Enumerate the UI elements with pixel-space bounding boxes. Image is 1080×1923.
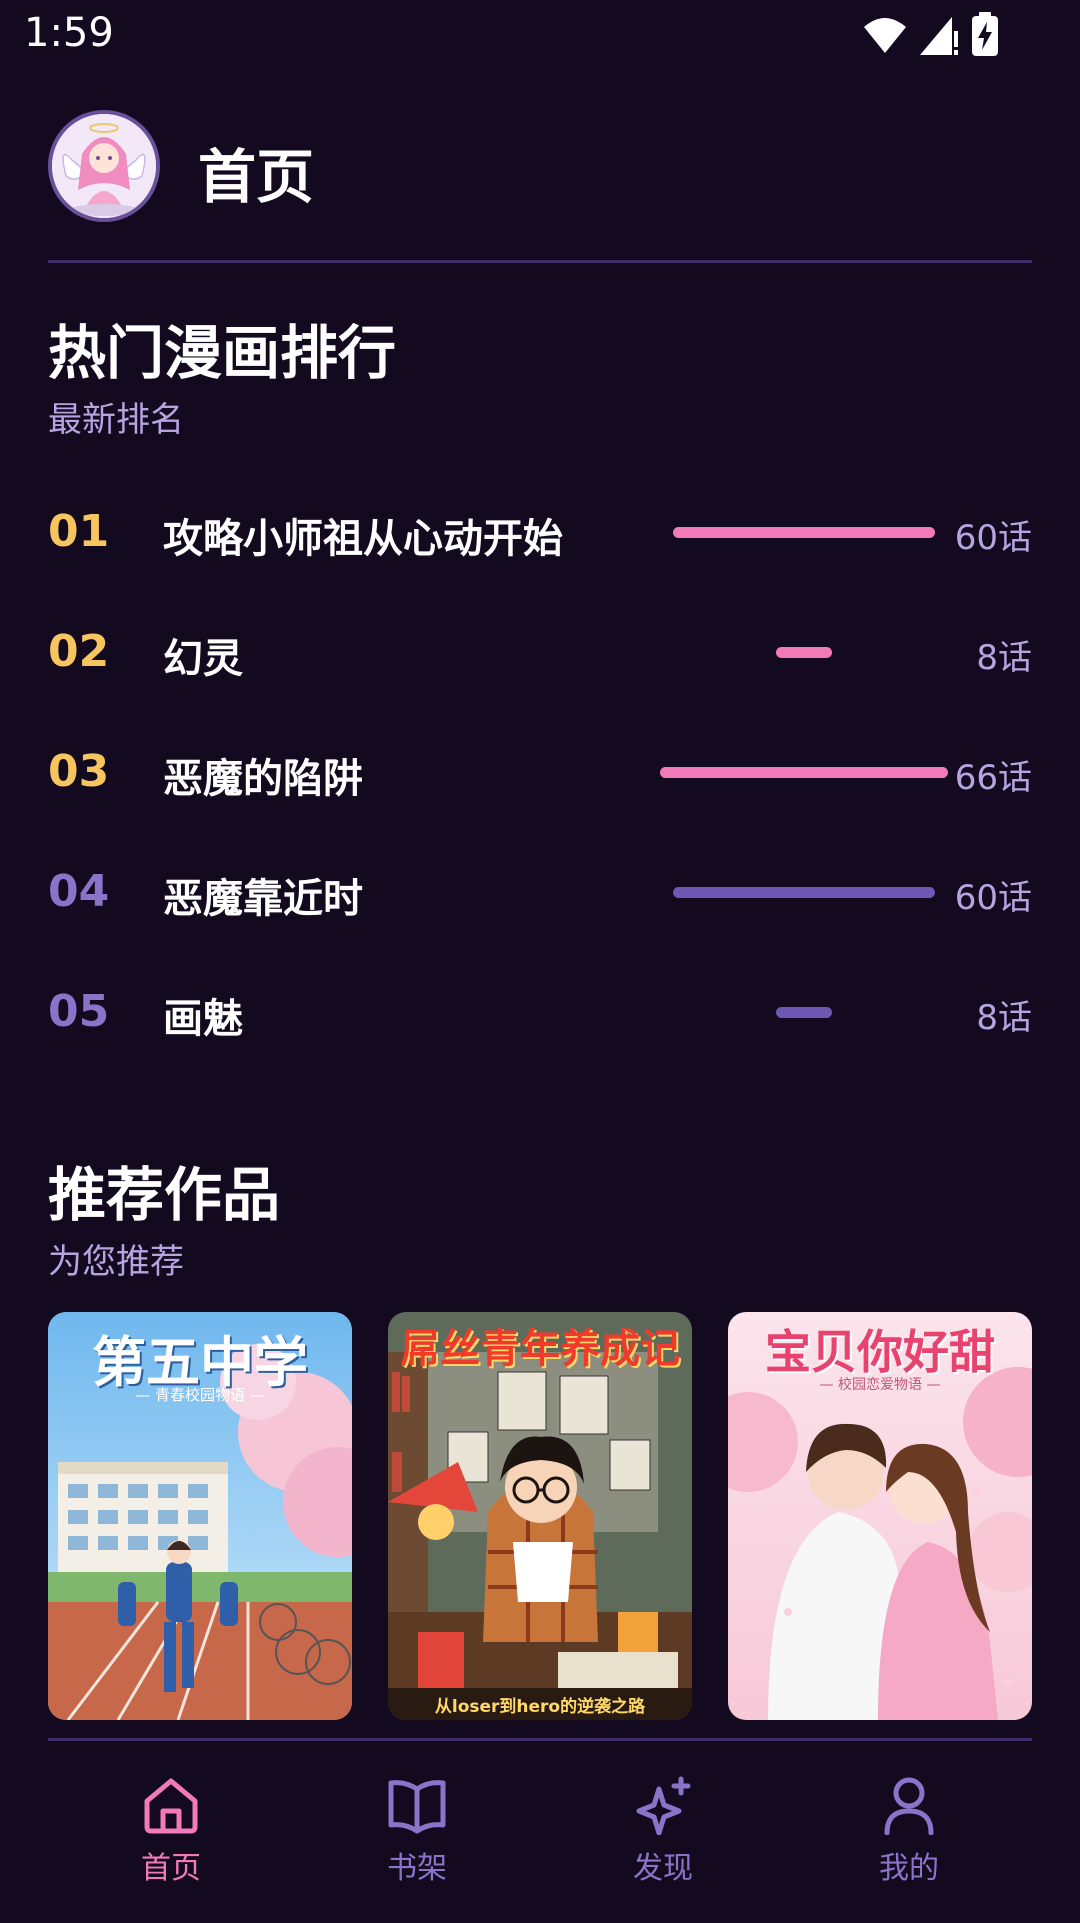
cover-title: 宝贝你好甜 — [765, 1325, 995, 1379]
rank-number: 05 — [48, 986, 110, 1037]
rank-comic-title: 幻灵 — [163, 636, 243, 682]
cover-subtitle: — 青春校园物语 — — [135, 1386, 265, 1404]
recommend-title: 推荐作品 — [48, 1161, 281, 1229]
rank-episode-count: 60话 — [954, 878, 1032, 918]
nav-item-discover[interactable]: 发现 — [588, 1775, 738, 1895]
recommend-list: 第五中学 — 青春校园物语 — 屌丝青年养成记 从loser到hero的逆袭之路… — [48, 1312, 1032, 1720]
cover-title: 屌丝青年养成记 — [400, 1326, 680, 1372]
rank-episode-count: 60话 — [954, 518, 1032, 558]
rank-comic-title: 恶魔靠近时 — [163, 876, 363, 922]
cover-subtitle: — 校园恋爱物语 — — [819, 1377, 941, 1393]
comic-cover-card[interactable]: 第五中学 — 青春校园物语 — — [48, 1312, 352, 1720]
rank-episode-count: 8话 — [976, 998, 1032, 1038]
signal-icon — [920, 17, 958, 55]
header: 首页 — [48, 108, 1032, 263]
nav-item-home[interactable]: 首页 — [96, 1775, 246, 1895]
rank-episode-count: 66话 — [954, 758, 1032, 798]
rank-number: 04 — [48, 866, 110, 917]
comic-cover-card[interactable]: 屌丝青年养成记 从loser到hero的逆袭之路 — [388, 1312, 692, 1720]
rank-comic-title: 攻略小师祖从心动开始 — [163, 516, 563, 562]
rank-episode-count: 8话 — [976, 638, 1032, 678]
nav-label: 首页 — [141, 1851, 201, 1886]
rank-number: 01 — [48, 506, 110, 557]
nav-label: 书架 — [387, 1851, 447, 1886]
avatar[interactable] — [48, 110, 160, 222]
ranking-title: 热门漫画排行 — [48, 319, 397, 387]
status-icons — [862, 12, 1000, 58]
home-icon — [144, 1778, 198, 1834]
sparkle-icon — [636, 1776, 691, 1835]
rank-popularity-bar — [673, 527, 935, 538]
wifi-icon — [864, 18, 906, 53]
battery-charging-icon — [972, 12, 998, 56]
book-icon — [388, 1780, 446, 1834]
rank-comic-title: 画魅 — [163, 996, 243, 1042]
nav-label: 我的 — [879, 1851, 939, 1886]
cover-subtitle: 从loser到hero的逆袭之路 — [434, 1697, 646, 1717]
rank-row[interactable]: 01 攻略小师祖从心动开始 60话 — [48, 502, 1032, 562]
rank-popularity-bar — [776, 647, 832, 658]
rank-row[interactable]: 03 恶魔的陷阱 66话 — [48, 742, 1032, 802]
bottom-navigation: 首页 书架 发现 我的 — [48, 1738, 1032, 1923]
rank-comic-title: 恶魔的陷阱 — [163, 756, 363, 802]
nav-label: 发现 — [633, 1851, 693, 1886]
status-bar: 1:59 — [0, 0, 1080, 72]
rank-row[interactable]: 02 幻灵 8话 — [48, 622, 1032, 682]
rank-row[interactable]: 04 恶魔靠近时 60话 — [48, 862, 1032, 922]
page-title: 首页 — [198, 143, 315, 211]
rank-row[interactable]: 05 画魅 8话 — [48, 982, 1032, 1042]
recommend-subtitle: 为您推荐 — [48, 1242, 184, 1282]
nav-item-profile[interactable]: 我的 — [834, 1775, 984, 1895]
user-icon — [884, 1777, 934, 1835]
rank-popularity-bar — [673, 887, 935, 898]
rank-number: 03 — [48, 746, 110, 797]
comic-cover-card[interactable]: 宝贝你好甜 — 校园恋爱物语 — — [728, 1312, 1032, 1720]
nav-item-bookshelf[interactable]: 书架 — [342, 1775, 492, 1895]
rank-number: 02 — [48, 626, 110, 677]
status-time: 1:59 — [24, 10, 114, 56]
rank-popularity-bar — [776, 1007, 832, 1018]
rank-popularity-bar — [660, 767, 948, 778]
ranking-subtitle: 最新排名 — [48, 400, 184, 440]
angel-avatar-icon — [52, 114, 156, 218]
